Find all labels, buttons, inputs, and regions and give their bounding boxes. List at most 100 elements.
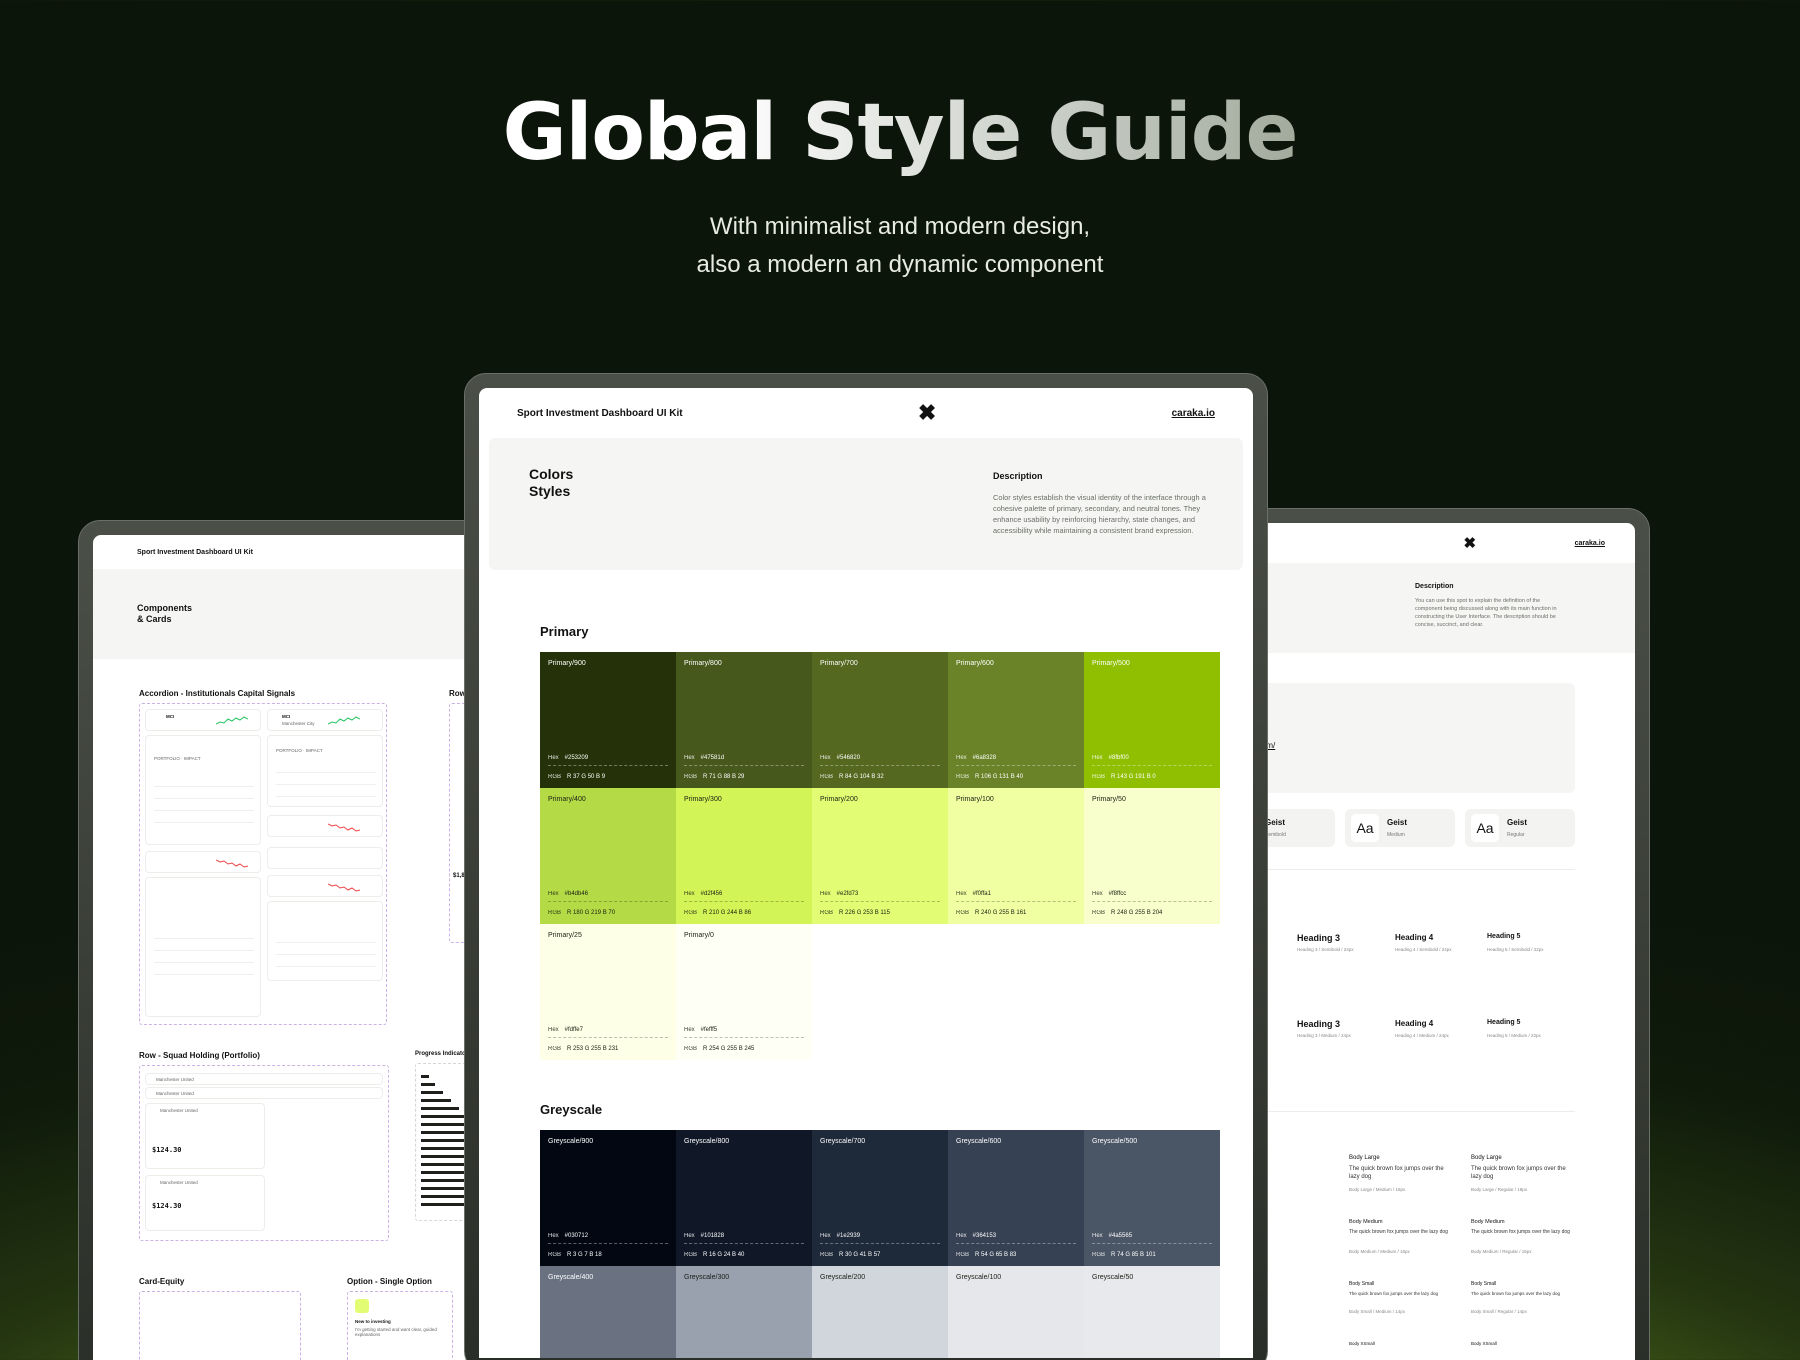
color-swatch[interactable]: Primary/800 Hex #47581d RGB R 71 G 88 B 29 — [676, 652, 812, 788]
aa-icon: Aa — [1351, 814, 1379, 842]
rgb-value: R 226 G 253 B 115 — [839, 910, 890, 916]
section-title-line-1: Colors — [529, 466, 574, 482]
accordion-item[interactable]: MCI Manchester City — [267, 709, 383, 731]
body-large-label: Body Large — [1349, 1155, 1380, 1161]
rgb-value: R 143 G 191 B 0 — [1111, 774, 1156, 780]
swatch-hex: Hex #f0ffa1 — [956, 891, 1076, 902]
swatch-rgb: RGB R 84 G 104 B 32 — [820, 774, 884, 780]
accordion-item[interactable] — [267, 815, 383, 837]
color-swatch[interactable]: Greyscale/400Hex#6a7282 — [540, 1266, 676, 1358]
center-screen[interactable]: Sport Investment Dashboard UI Kit ✖ cara… — [479, 388, 1253, 1358]
color-swatch[interactable]: Primary/400 Hex #b4db46 RGB R 180 G 219 B 70 — [540, 788, 676, 924]
hex-label: Hex — [956, 1233, 967, 1239]
heading-3: Heading 3 — [1297, 933, 1341, 943]
rgb-label: RGB — [684, 774, 698, 780]
color-swatch[interactable]: Primary/25 Hex #fdffe7 RGB R 253 G 255 B 231 — [540, 924, 676, 1060]
hex-value: #253209 — [564, 755, 589, 761]
body-small-label: Body Small — [1471, 1281, 1497, 1287]
greyscale-swatch-grid: Greyscale/900 Hex #030712 RGB R 3 G 7 B 18 Gr… — [540, 1130, 1220, 1358]
swatch-rgb: RGB R 74 G 85 B 101 — [1092, 1252, 1156, 1258]
color-swatch[interactable]: Primary/500 Hex #8fbf00 RGB R 143 G 191 B 0 — [1084, 652, 1220, 788]
rgb-value: R 74 G 85 B 101 — [1111, 1252, 1156, 1258]
holding-card[interactable]: Manchester United $124.30 — [145, 1103, 265, 1169]
swatch-hex: Hex #1e2939 — [820, 1233, 940, 1244]
color-swatch[interactable]: Greyscale/600 Hex #364153 RGB R 54 G 65 B 83 — [948, 1130, 1084, 1266]
swatch-rgb: RGB R 30 G 41 B 57 — [820, 1252, 880, 1258]
heading-5: Heading 5 — [1487, 933, 1521, 940]
table-row[interactable]: Manchester United — [145, 1073, 383, 1085]
hex-value: #f8ffcc — [1108, 891, 1127, 897]
rgb-value: R 248 G 255 B 204 — [1111, 910, 1163, 916]
swatch-rgb: RGB R 106 G 131 B 40 — [956, 774, 1023, 780]
hex-value: #e2fd73 — [836, 891, 859, 897]
swatch-name: Primary/500 — [1092, 660, 1130, 667]
accordion-item-expanded[interactable]: PORTFOLIO · IMPACT — [145, 735, 261, 845]
right-screen[interactable]: ✖ caraka.io Description You can use this… — [1245, 523, 1635, 1360]
rgb-value: R 210 G 244 B 86 — [703, 910, 752, 916]
body-large-label: Body Large — [1471, 1155, 1502, 1161]
color-swatch[interactable]: Primary/50 Hex #f8ffcc RGB R 248 G 255 B 204 — [1084, 788, 1220, 924]
color-swatch[interactable]: Primary/0 Hex #fefff5 RGB R 254 G 255 B 245 — [676, 924, 812, 1060]
accordion-item-expanded[interactable] — [145, 877, 261, 1017]
rgb-label: RGB — [820, 1252, 834, 1258]
left-screen[interactable]: Sport Investment Dashboard UI Kit Compon… — [93, 535, 483, 1360]
color-swatch[interactable]: Greyscale/300Hex#99a1af — [676, 1266, 812, 1358]
rgb-value: R 71 G 88 B 29 — [703, 774, 745, 780]
divider — [1245, 1111, 1575, 1112]
swatch-name: Primary/600 — [956, 660, 994, 667]
aa-icon: Aa — [1471, 814, 1499, 842]
swatch-hex: Hex #e2fd73 — [820, 891, 940, 902]
heading-3-medium: Heading 3 — [1297, 1019, 1341, 1029]
swatch-name: Primary/200 — [820, 796, 858, 803]
swatch-name: Greyscale/600 — [956, 1138, 1002, 1145]
body-medium-label: Body Medium — [1471, 1219, 1505, 1225]
progress-indicator-label: Progress Indicator — [415, 1051, 469, 1057]
table-row[interactable]: Manchester United — [145, 1087, 383, 1099]
sparkline-down-icon — [328, 823, 360, 832]
rgb-label: RGB — [684, 1252, 698, 1258]
accordion-item-expanded[interactable]: PORTFOLIO · IMPACT — [267, 735, 383, 807]
hex-value: #546820 — [836, 755, 861, 761]
center-header: Sport Investment Dashboard UI Kit ✖ cara… — [479, 388, 1253, 438]
color-swatch[interactable]: Primary/700 Hex #546820 RGB R 84 G 104 B 32 — [812, 652, 948, 788]
hex-label: Hex — [548, 891, 559, 897]
color-swatch[interactable]: Greyscale/800 Hex #101828 RGB R 16 G 24 B 40 — [676, 1130, 812, 1266]
hex-value: #fefff5 — [700, 1027, 718, 1033]
color-swatch[interactable]: Primary/900 Hex #253209 RGB R 37 G 50 B 9 — [540, 652, 676, 788]
right-description-text: You can use this spot to explain the def… — [1415, 598, 1557, 628]
rgb-value: R 3 G 7 B 18 — [567, 1252, 602, 1258]
accordion-item[interactable] — [145, 851, 261, 873]
x-logo-icon: ✖ — [917, 400, 937, 425]
color-swatch[interactable]: Primary/600 Hex #6a8328 RGB R 106 G 131 B 40 — [948, 652, 1084, 788]
swatch-name: Greyscale/200 — [820, 1274, 866, 1281]
rgb-value: R 16 G 24 B 40 — [703, 1252, 745, 1258]
center-device-frame: Sport Investment Dashboard UI Kit ✖ cara… — [464, 373, 1268, 1360]
right-description-label: Description — [1415, 583, 1454, 590]
hex-label: Hex — [548, 755, 559, 761]
accordion-item[interactable]: MCI — [145, 709, 261, 731]
color-swatch[interactable]: Greyscale/700 Hex #1e2939 RGB R 30 G 41 B 57 — [812, 1130, 948, 1266]
center-site-link[interactable]: caraka.io — [1172, 408, 1215, 419]
color-swatch[interactable]: Greyscale/100Hex#e5e7eb — [948, 1266, 1084, 1358]
left-section-title-line-1: Components — [137, 603, 192, 613]
accordion-item[interactable] — [267, 875, 383, 897]
right-site-link[interactable]: caraka.io — [1575, 540, 1605, 547]
hero-subtitle-line-2: also a modern an dynamic component — [696, 251, 1104, 278]
holding-card[interactable]: Manchester United $124.30 — [145, 1175, 265, 1231]
color-swatch[interactable]: Primary/200 Hex #e2fd73 RGB R 226 G 253 B 11… — [812, 788, 948, 924]
left-device-frame: Sport Investment Dashboard UI Kit Compon… — [78, 520, 498, 1360]
hex-label: Hex — [820, 755, 831, 761]
color-swatch[interactable]: Greyscale/50Hex#e7e9ed — [1084, 1266, 1220, 1358]
accordion-item[interactable] — [267, 847, 383, 869]
accordion-item-expanded[interactable] — [267, 901, 383, 981]
swatch-hex: Hex #253209 — [548, 755, 668, 766]
color-swatch[interactable]: Greyscale/200Hex#d1d5dc — [812, 1266, 948, 1358]
color-swatch[interactable]: Primary/100 Hex #f0ffa1 RGB R 240 G 255 B 16… — [948, 788, 1084, 924]
color-swatch[interactable]: Greyscale/900 Hex #030712 RGB R 3 G 7 B 18 — [540, 1130, 676, 1266]
color-swatch[interactable]: Greyscale/500 Hex #4a5565 RGB R 74 G 85 B 10… — [1084, 1130, 1220, 1266]
progress-bar — [421, 1083, 435, 1086]
rgb-value: R 106 G 131 B 40 — [975, 774, 1024, 780]
swatch-name: Greyscale/400 — [548, 1274, 594, 1281]
color-swatch[interactable]: Primary/300 Hex #d2f456 RGB R 210 G 244 B 86 — [676, 788, 812, 924]
left-section-title-line-2: & Cards — [137, 614, 172, 624]
